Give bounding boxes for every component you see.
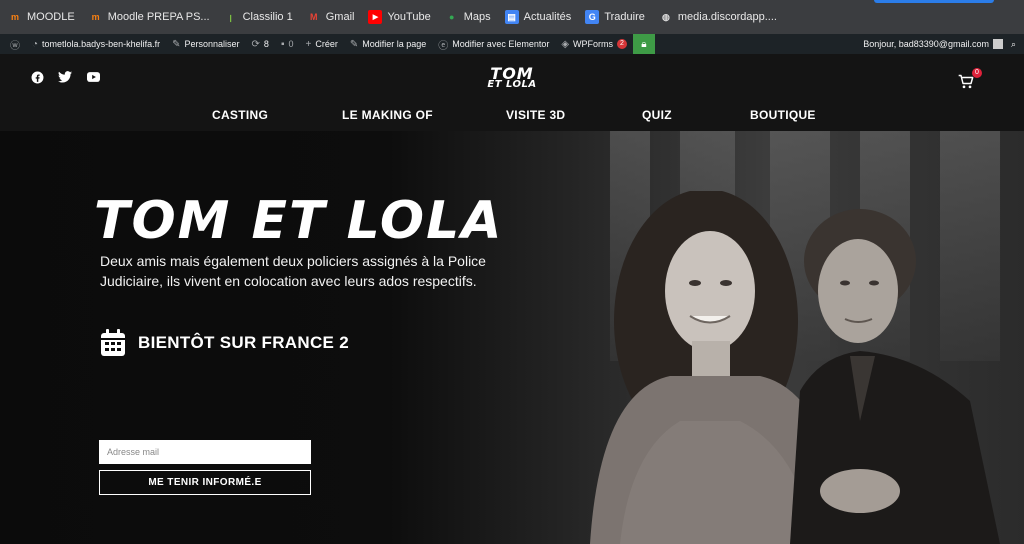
- hero-description: Deux amis mais également deux policiers …: [100, 253, 486, 289]
- bookmark-news[interactable]: ▤ Actualités: [504, 10, 572, 24]
- youtube-icon: ▶: [368, 10, 383, 24]
- user-greeting: Bonjour, bad83390@gmail.com: [863, 39, 989, 49]
- refresh-icon: ⟳: [251, 38, 260, 50]
- hero-section: TOM ET LOLA Deux amis mais également deu…: [0, 131, 1024, 544]
- wordpress-logo-button[interactable]: ⓦ: [4, 34, 26, 54]
- release-text: BIENTÔT SUR FRANCE 2: [138, 333, 349, 352]
- nav-casting[interactable]: CASTING: [212, 108, 268, 122]
- classilio-icon: ꞁ: [229, 11, 232, 22]
- bookmark-moodle-prepa[interactable]: m Moodle PREPA PS...: [89, 10, 210, 24]
- nav-making-of[interactable]: LE MAKING OF: [342, 108, 433, 122]
- cart-icon: [958, 74, 974, 89]
- dashboard-icon: ◔: [32, 38, 39, 50]
- bookmark-label: YouTube: [387, 11, 431, 23]
- bookmark-maps[interactable]: ● Maps: [445, 10, 491, 24]
- bookmark-moodle[interactable]: m MOODLE: [8, 10, 75, 24]
- new-label: Créer: [315, 39, 338, 49]
- bookmark-label: Traduire: [604, 11, 645, 23]
- bookmark-gmail[interactable]: M Gmail: [307, 10, 355, 24]
- avatar: [992, 39, 1003, 49]
- plus-icon: +: [305, 38, 312, 50]
- comments-count: 0: [288, 39, 294, 49]
- release-info: BIENTÔT SUR FRANCE 2: [100, 329, 349, 357]
- browser-accent-bar: [874, 0, 994, 3]
- customize-link[interactable]: ✎ Personnaliser: [166, 34, 245, 54]
- updates-count: 8: [263, 39, 269, 49]
- cart-count-badge: 0: [972, 68, 982, 78]
- security-lock-button[interactable]: 🔒︎: [632, 34, 655, 54]
- bookmark-classilio[interactable]: ꞁ Classilio 1: [224, 10, 293, 24]
- social-links: [30, 70, 100, 84]
- translate-icon: G: [585, 10, 600, 24]
- bookmark-label: MOODLE: [27, 11, 75, 23]
- facebook-icon[interactable]: [30, 70, 44, 84]
- email-field[interactable]: [99, 440, 311, 464]
- edit-label: Modifier la page: [362, 39, 427, 49]
- moodle-icon: m: [91, 12, 100, 22]
- nav-visite-3d[interactable]: VISITE 3D: [506, 108, 565, 122]
- wordpress-icon: ⓦ: [10, 40, 20, 52]
- site-logo[interactable]: TOM ET LOLA: [487, 64, 537, 91]
- bookmark-label: Moodle PREPA PS...: [107, 11, 210, 23]
- site-name-link[interactable]: ◔ tometlola.badys-ben-khelifa.fr: [26, 34, 166, 54]
- hero-photo-couple: [590, 191, 1000, 544]
- site-header: TOM ET LOLA 0 CASTING LE MAKING OF VISIT…: [0, 54, 1024, 131]
- bookmarks-bar: m MOODLE m Moodle PREPA PS... ꞁ Classili…: [0, 0, 1024, 34]
- hero-title: TOM ET LOLA: [94, 191, 504, 251]
- wpforms-badge: 2: [617, 39, 627, 49]
- elementor-edit-link[interactable]: ⓔ Modifier avec Elementor: [432, 34, 555, 54]
- calendar-icon: [101, 329, 125, 356]
- site-name: tometlola.badys-ben-khelifa.fr: [42, 39, 161, 49]
- wp-admin-bar: ⓦ ◔ tometlola.badys-ben-khelifa.fr ✎ Per…: [0, 34, 1024, 54]
- bookmark-label: Classilio 1: [242, 11, 293, 23]
- nav-boutique[interactable]: BOUTIQUE: [750, 108, 816, 122]
- logo-line-1: TOM: [490, 64, 534, 83]
- twitter-icon[interactable]: [58, 70, 72, 84]
- main-nav: CASTING LE MAKING OF VISITE 3D QUIZ BOUT…: [0, 108, 1024, 124]
- maps-icon: ●: [448, 12, 455, 22]
- cart-button[interactable]: 0: [958, 68, 982, 92]
- news-icon: ▤: [504, 10, 519, 24]
- bookmark-label: Maps: [463, 11, 491, 23]
- comments-link[interactable]: ▪ 0: [275, 34, 300, 54]
- gmail-icon: M: [309, 12, 318, 22]
- elementor-label: Modifier avec Elementor: [452, 39, 550, 49]
- bookmark-translate[interactable]: G Traduire: [585, 10, 645, 24]
- wpforms-icon: ◈: [561, 38, 570, 50]
- youtube-icon[interactable]: [86, 70, 100, 84]
- logo-line-2: ET LOLA: [487, 79, 537, 90]
- brush-icon: ✎: [172, 38, 181, 50]
- globe-icon: ◍: [661, 11, 670, 22]
- customize-label: Personnaliser: [184, 39, 240, 49]
- pencil-icon: ✎: [349, 38, 359, 50]
- new-content-link[interactable]: + Créer: [300, 34, 344, 54]
- bookmark-youtube[interactable]: ▶ YouTube: [368, 10, 431, 24]
- bookmark-discord-media[interactable]: ◍ media.discordapp....: [659, 10, 777, 24]
- elementor-icon: ⓔ: [438, 40, 449, 52]
- wpforms-label: WPForms: [573, 39, 614, 49]
- bookmark-label: Actualités: [523, 11, 572, 23]
- lock-icon: 🔒︎: [641, 38, 647, 50]
- account-menu[interactable]: Bonjour, bad83390@gmail.com ⌕: [863, 34, 1020, 54]
- admin-search-icon[interactable]: ⌕: [1007, 34, 1020, 54]
- comment-icon: ▪: [280, 38, 285, 50]
- nav-quiz[interactable]: QUIZ: [642, 108, 672, 122]
- edit-page-link[interactable]: ✎ Modifier la page: [344, 34, 432, 54]
- wpforms-link[interactable]: ◈ WPForms 2: [555, 34, 633, 54]
- bookmark-label: Gmail: [325, 11, 355, 23]
- moodle-icon: m: [10, 12, 19, 22]
- bookmark-label: media.discordapp....: [677, 11, 777, 23]
- notify-me-button[interactable]: ME TENIR INFORMÉ.E: [99, 470, 311, 495]
- updates-link[interactable]: ⟳ 8: [246, 34, 275, 54]
